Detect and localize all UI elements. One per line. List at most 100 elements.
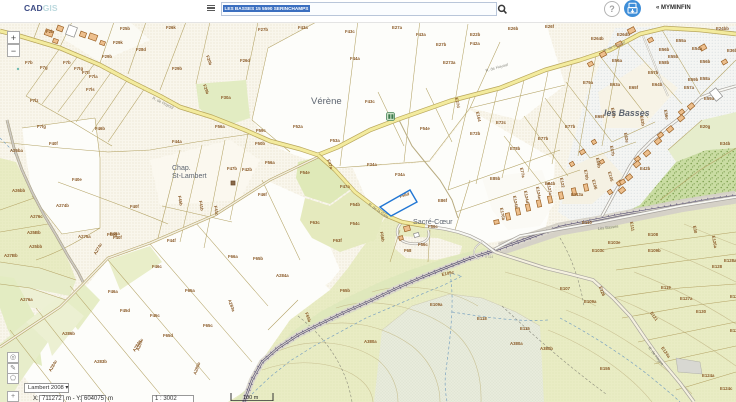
svg-text:F56a: F56a	[265, 160, 275, 165]
svg-text:E124a: E124a	[702, 373, 715, 378]
svg-text:E58b: E58b	[659, 60, 670, 65]
svg-text:F46f: F46f	[258, 192, 267, 197]
svg-text:E57b: E57b	[648, 70, 659, 75]
svg-text:A27Bb: A27Bb	[4, 253, 18, 258]
svg-text:E129a: E129a	[730, 328, 736, 333]
svg-text:E85b: E85b	[490, 176, 501, 181]
svg-text:F54e: F54e	[420, 126, 430, 131]
svg-text:F43a: F43a	[416, 32, 426, 37]
svg-text:Vérène: Vérène	[311, 96, 342, 107]
svg-text:A275a: A275a	[78, 234, 91, 239]
svg-text:Chap.: Chap.	[172, 165, 191, 172]
svg-text:F47b: F47b	[227, 166, 237, 171]
svg-text:A380a: A380a	[364, 339, 377, 344]
svg-text:E72b: E72b	[470, 131, 481, 136]
svg-text:E107: E107	[560, 286, 571, 291]
svg-text:F54e: F54e	[300, 170, 310, 175]
svg-text:F29b: F29b	[102, 54, 112, 59]
svg-text:E22b: E22b	[470, 32, 481, 37]
svg-text:les Basses: les Basses	[604, 108, 650, 118]
svg-text:F34a: F34a	[395, 172, 405, 177]
svg-text:F44a: F44a	[350, 56, 360, 61]
svg-text:F43a: F43a	[298, 25, 308, 30]
svg-text:E115: E115	[520, 326, 530, 331]
svg-text:E55a: E55a	[676, 38, 687, 43]
svg-text:E130: E130	[696, 309, 707, 314]
svg-text:F63f: F63f	[333, 238, 342, 243]
svg-text:E59a: E59a	[704, 96, 715, 101]
svg-text:A286b: A286b	[62, 331, 75, 336]
svg-text:F42b: F42b	[242, 167, 252, 172]
svg-text:A283b: A283b	[94, 359, 107, 364]
svg-text:F65b: F65b	[340, 288, 350, 293]
svg-text:E34b: E34b	[720, 141, 731, 146]
svg-text:F68: F68	[404, 248, 412, 253]
svg-text:F47a: F47a	[340, 184, 350, 189]
svg-text:F7la: F7la	[89, 74, 98, 79]
svg-text:E109b: E109b	[648, 248, 661, 253]
svg-text:F46c: F46c	[152, 264, 162, 269]
svg-text:E78b: E78b	[510, 146, 521, 151]
svg-text:E58a: E58a	[700, 76, 711, 81]
svg-text:F25b: F25b	[120, 26, 130, 31]
svg-text:F52a: F52a	[293, 124, 303, 129]
svg-text:A276a: A276a	[20, 297, 33, 302]
svg-text:E109a: E109a	[584, 299, 597, 304]
svg-text:F29b: F29b	[172, 66, 182, 71]
svg-text:E65f: E65f	[629, 85, 639, 90]
svg-text:F46b: F46b	[95, 126, 105, 131]
svg-text:E129: E129	[730, 294, 736, 299]
svg-text:F7g: F7g	[40, 65, 48, 70]
svg-text:F65a: F65a	[185, 288, 195, 293]
svg-text:F66g: F66g	[107, 232, 117, 237]
svg-text:E86f: E86f	[438, 198, 448, 203]
svg-text:F2b: F2b	[46, 29, 54, 34]
svg-text:F45d: F45d	[120, 308, 130, 313]
svg-text:E27a: E27a	[392, 25, 403, 30]
svg-text:E56b: E56b	[659, 47, 670, 52]
svg-text:E55b: E55b	[668, 54, 679, 59]
svg-text:E26b: E26b	[508, 26, 519, 31]
svg-text:E26db: E26db	[617, 32, 630, 37]
svg-text:E59b: E59b	[688, 77, 699, 82]
svg-text:A26ba: A26ba	[10, 148, 24, 153]
svg-text:F44f: F44f	[167, 238, 176, 243]
svg-text:E109a: E109a	[430, 302, 443, 307]
svg-text:F7b: F7b	[63, 60, 71, 65]
svg-text:St-Lambert: St-Lambert	[172, 173, 207, 180]
svg-text:E64b: E64b	[652, 82, 663, 87]
svg-text:E128: E128	[712, 264, 723, 269]
svg-text:F26k: F26k	[166, 25, 176, 30]
svg-text:F26d: F26d	[240, 58, 250, 63]
svg-text:E103e: E103e	[608, 240, 621, 245]
svg-text:E79a: E79a	[583, 80, 594, 85]
svg-text:E273a: E273a	[443, 60, 456, 65]
svg-text:X 114: X 114	[485, 255, 493, 259]
svg-text:E36b: E36b	[727, 48, 736, 53]
svg-text:A380b: A380b	[540, 346, 553, 351]
svg-text:F63c: F63c	[310, 220, 320, 225]
svg-text:F7ls: F7ls	[86, 87, 95, 92]
svg-text:A276c: A276c	[30, 214, 43, 219]
svg-text:F56a: F56a	[215, 124, 225, 129]
svg-text:F34a: F34a	[367, 162, 377, 167]
svg-text:F56c: F56c	[418, 242, 428, 247]
svg-text:F59c: F59c	[256, 128, 266, 133]
svg-text:F65c: F65c	[203, 323, 213, 328]
svg-text:F7b: F7b	[25, 60, 33, 65]
svg-text:E56b: E56b	[700, 59, 711, 64]
svg-text:F43c: F43c	[365, 99, 375, 104]
svg-text:F54b: F54b	[350, 202, 360, 207]
svg-text:F28d: F28d	[136, 47, 146, 52]
svg-text:E24bb: E24bb	[716, 26, 729, 31]
svg-text:A284a: A284a	[276, 273, 289, 278]
svg-text:E77b: E77b	[538, 136, 549, 141]
svg-text:E63a: E63a	[610, 82, 621, 87]
svg-text:F42a: F42a	[470, 41, 480, 46]
svg-text:E42b: E42b	[640, 166, 651, 171]
svg-text:E72c: E72c	[496, 120, 507, 125]
svg-text:F29k: F29k	[113, 40, 123, 45]
svg-text:E57a: E57a	[684, 85, 695, 90]
svg-text:A274b: A274b	[56, 203, 69, 208]
svg-text:E119: E119	[661, 285, 671, 290]
